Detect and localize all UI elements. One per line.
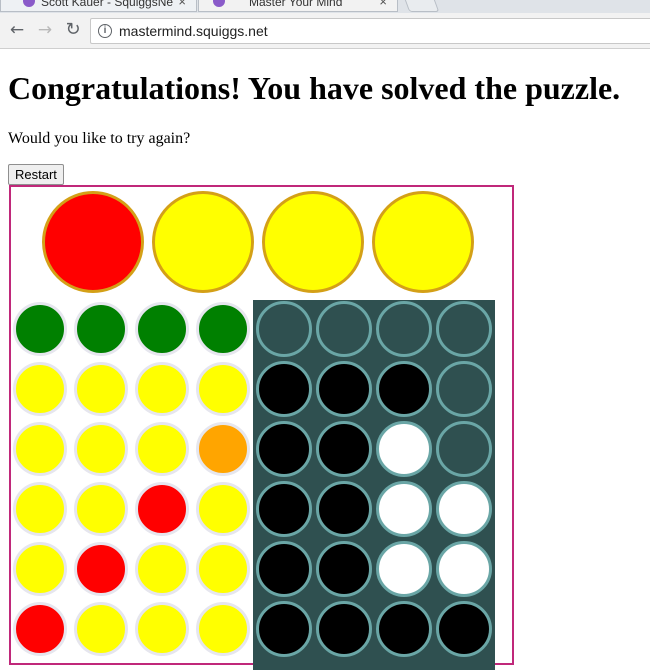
guess-peg (196, 362, 250, 416)
guess-peg (135, 602, 189, 656)
guess-peg (13, 482, 67, 536)
guess-peg (74, 422, 128, 476)
url-text: mastermind.squiggs.net (119, 23, 268, 39)
guess-peg (196, 422, 250, 476)
close-icon[interactable]: × (178, 0, 186, 9)
guess-peg (13, 422, 67, 476)
feedback-peg (256, 481, 312, 537)
restart-button[interactable]: Restart (8, 164, 64, 185)
guess-peg (74, 602, 128, 656)
feedback-peg (256, 361, 312, 417)
feedback-peg (316, 301, 372, 357)
forward-arrow-icon[interactable]: → (34, 19, 56, 41)
feedback-panel (253, 300, 495, 670)
feedback-peg (256, 601, 312, 657)
site-favicon-icon (23, 0, 35, 7)
try-again-prompt: Would you like to try again? (8, 130, 191, 147)
feedback-peg (436, 601, 492, 657)
tab-scott-kauer[interactable]: Scott Kauer - SquiggsNe × (0, 0, 197, 12)
tab-strip: Scott Kauer - SquiggsNe × Master Your Mi… (0, 0, 650, 13)
feedback-peg (436, 481, 492, 537)
guess-peg (196, 482, 250, 536)
feedback-peg (436, 421, 492, 477)
feedback-peg (316, 541, 372, 597)
guess-peg (135, 482, 189, 536)
guess-peg (74, 542, 128, 596)
back-arrow-icon[interactable]: ← (6, 19, 28, 41)
guess-peg (13, 302, 67, 356)
feedback-peg (436, 541, 492, 597)
feedback-peg (316, 601, 372, 657)
guess-peg (196, 602, 250, 656)
info-icon[interactable]: i (98, 24, 112, 38)
feedback-peg (316, 421, 372, 477)
new-tab-button[interactable] (402, 0, 440, 12)
feedback-peg (256, 301, 312, 357)
feedback-peg (436, 301, 492, 357)
guess-peg (196, 542, 250, 596)
guess-peg (13, 542, 67, 596)
address-bar[interactable]: i mastermind.squiggs.net (90, 18, 650, 44)
close-icon[interactable]: × (379, 0, 387, 9)
tab-label: Scott Kauer - SquiggsNe (41, 0, 174, 9)
guess-peg (74, 482, 128, 536)
feedback-peg (316, 481, 372, 537)
guess-peg (135, 422, 189, 476)
guess-peg (196, 302, 250, 356)
feedback-peg (376, 481, 432, 537)
feedback-peg (256, 421, 312, 477)
feedback-peg (316, 361, 372, 417)
browser-toolbar: ← → ↻ i mastermind.squiggs.net (0, 13, 650, 49)
game-board (9, 185, 514, 670)
guess-peg (135, 542, 189, 596)
guess-peg (13, 362, 67, 416)
tab-label: Master Your Mind (249, 0, 343, 9)
guess-peg (13, 602, 67, 656)
feedback-peg (376, 361, 432, 417)
site-favicon-icon (213, 0, 225, 7)
secret-peg (262, 191, 364, 293)
guess-peg (135, 362, 189, 416)
secret-peg (152, 191, 254, 293)
feedback-peg (376, 601, 432, 657)
tab-master-your-mind[interactable]: Master Your Mind × (198, 0, 398, 12)
guess-peg (135, 302, 189, 356)
secret-peg (372, 191, 474, 293)
guess-peg (74, 302, 128, 356)
guess-peg (74, 362, 128, 416)
page-title: Congratulations! You have solved the puz… (8, 70, 621, 106)
feedback-peg (376, 421, 432, 477)
feedback-peg (256, 541, 312, 597)
secret-peg (42, 191, 144, 293)
feedback-peg (376, 301, 432, 357)
feedback-peg (436, 361, 492, 417)
reload-icon[interactable]: ↻ (62, 19, 84, 41)
feedback-peg (376, 541, 432, 597)
